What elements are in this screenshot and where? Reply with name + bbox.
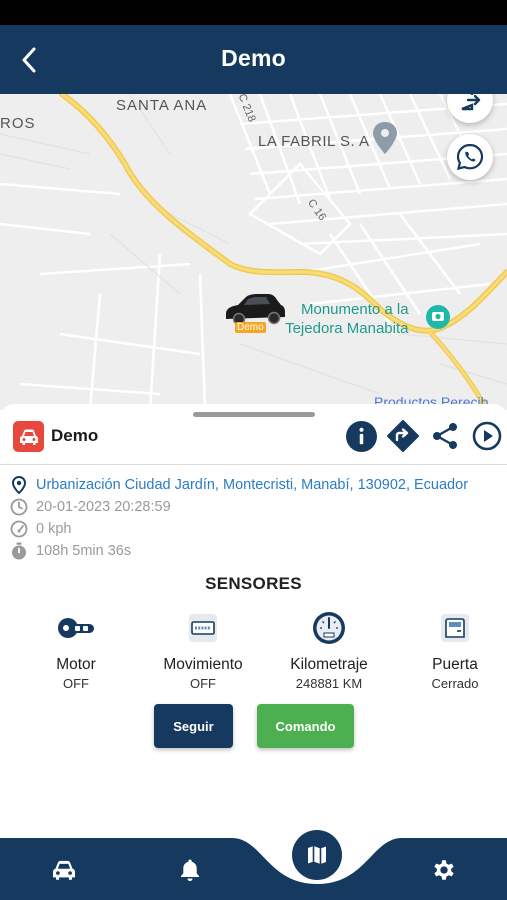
sensor-movimiento: Movimiento OFF — [143, 610, 263, 691]
info-button[interactable] — [345, 420, 377, 452]
device-actions — [345, 420, 503, 452]
speed-row: 0 kph — [10, 520, 71, 538]
map-label-monumento: Monumento a la Tejedora Manabita — [285, 300, 409, 338]
directions-button[interactable] — [387, 420, 419, 452]
bell-icon — [181, 859, 199, 881]
speedometer-icon — [10, 520, 28, 538]
stopwatch-icon — [10, 542, 28, 560]
whatsapp-icon — [456, 143, 484, 171]
duration-text: 108h 5min 36s — [36, 543, 132, 559]
whatsapp-button[interactable] — [447, 134, 493, 180]
nav-vehicles[interactable] — [44, 852, 84, 888]
status-bar — [0, 0, 507, 25]
info-icon — [345, 420, 377, 452]
datetime-text: 20-01-2023 20:28:59 — [36, 499, 171, 515]
map-label-monumento-line1: Monumento a la — [301, 301, 409, 318]
play-history-button[interactable] — [471, 420, 503, 452]
motion-sensor-icon — [143, 610, 263, 646]
address-text: Urbanización Ciudad Jardín, Montecristi,… — [36, 477, 469, 493]
directions-icon — [387, 420, 419, 452]
location-pin-icon — [10, 476, 28, 494]
datetime-row: 20-01-2023 20:28:59 — [10, 498, 171, 516]
door-icon — [395, 610, 507, 646]
engine-key-icon — [16, 610, 136, 646]
device-panel: Demo Urbanización Ciudad Jardín, Montecr… — [0, 404, 507, 840]
sensor-kilometraje: Kilometraje 248881 KM — [269, 610, 389, 691]
play-circle-icon — [472, 421, 502, 451]
sensor-puerta-value: Cerrado — [431, 676, 479, 691]
odometer-icon — [269, 610, 389, 646]
sensor-movimiento-name: Movimiento — [163, 656, 243, 673]
gear-icon — [434, 860, 454, 880]
sensor-kilometraje-name: Kilometraje — [290, 656, 368, 673]
map-view[interactable]: ROS SANTA ANA LA FABRIL S. A C 218 C 16 … — [0, 94, 507, 410]
command-button[interactable]: Comando — [257, 704, 354, 748]
map-label-ros: ROS — [0, 115, 36, 132]
car-icon — [13, 421, 44, 452]
map-roads — [0, 94, 507, 410]
nav-map-button[interactable] — [292, 830, 342, 880]
sensor-puerta-name: Puerta — [432, 656, 478, 673]
bottom-navigation — [0, 838, 507, 900]
panel-divider — [0, 464, 507, 465]
sensor-movimiento-value: OFF — [190, 676, 216, 691]
device-name: Demo — [51, 426, 99, 445]
share-button[interactable] — [429, 420, 461, 452]
clock-icon — [10, 498, 28, 516]
sensor-puerta: Puerta Cerrado — [395, 610, 507, 691]
follow-button[interactable]: Seguir — [154, 704, 233, 748]
vehicle-marker-label: Demo — [235, 322, 266, 333]
duration-row: 108h 5min 36s — [10, 542, 131, 560]
drag-handle[interactable] — [193, 412, 315, 417]
map-label-la-fabril: LA FABRIL S. A — [258, 133, 370, 150]
speed-text: 0 kph — [36, 521, 72, 537]
page-title: Demo — [221, 45, 286, 71]
nav-notifications[interactable] — [170, 852, 210, 888]
logout-icon — [461, 94, 481, 111]
map-label-monumento-line2: Tejedora Manabita — [285, 320, 409, 337]
sensor-kilometraje-value: 248881 KM — [295, 676, 363, 691]
address-row[interactable]: Urbanización Ciudad Jardín, Montecristi,… — [10, 476, 468, 494]
sensor-motor-value: OFF — [63, 676, 89, 691]
share-icon — [433, 423, 457, 449]
sensors-title: SENSORES — [205, 574, 302, 593]
app-header: Demo — [0, 25, 507, 94]
map-label-santa-ana: SANTA ANA — [116, 97, 208, 114]
sensor-motor-name: Motor — [56, 656, 96, 673]
car-icon — [53, 860, 75, 880]
sensor-motor: Motor OFF — [16, 610, 136, 691]
map-icon — [308, 846, 326, 864]
nav-settings[interactable] — [424, 852, 464, 888]
